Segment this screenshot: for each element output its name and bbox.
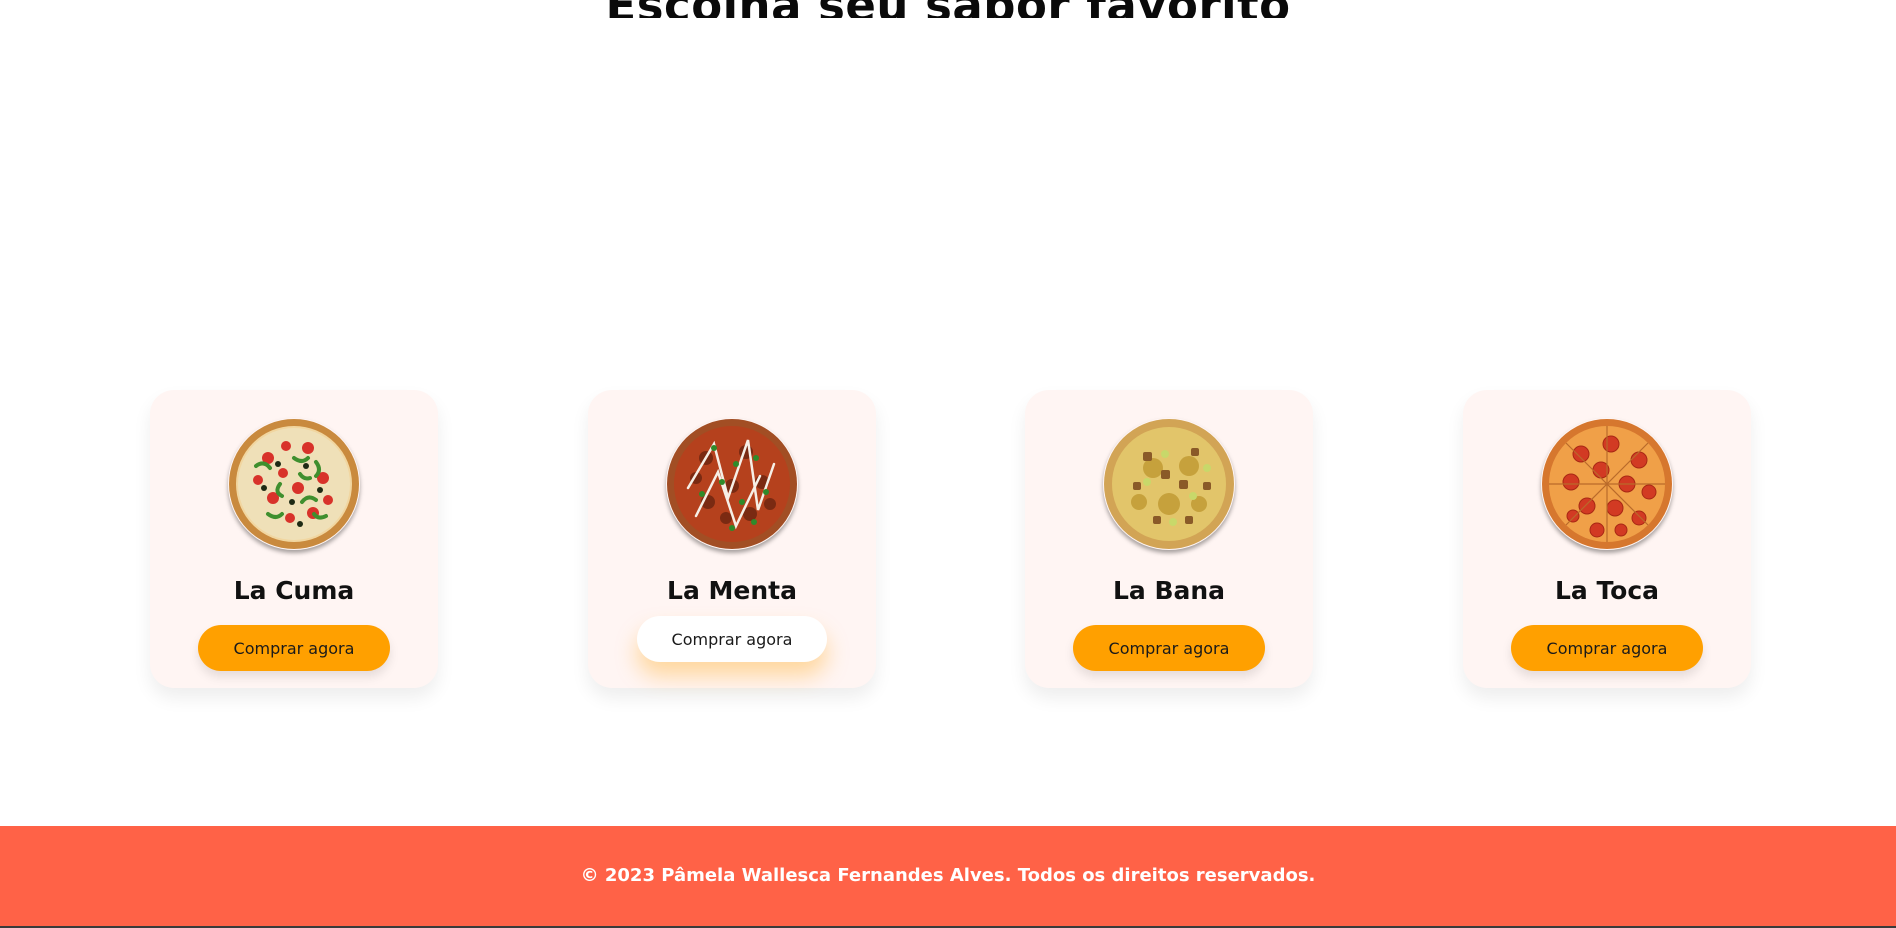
buy-now-button[interactable]: Comprar agora [1073, 625, 1265, 671]
product-name: La Cuma [233, 576, 355, 605]
footer: © 2023 Pâmela Wallesca Fernandes Alves. … [0, 826, 1896, 928]
pizza-image [666, 418, 798, 550]
footer-copyright: © 2023 Pâmela Wallesca Fernandes Alves. … [580, 865, 1316, 886]
product-name: La Bana [1112, 576, 1226, 605]
buy-now-button[interactable]: Comprar agora [637, 616, 827, 662]
product-card: La Cuma Comprar agora [150, 390, 438, 688]
pizza-image [1103, 418, 1235, 550]
product-card: La Menta Comprar agora [588, 390, 876, 688]
pizza-image [1541, 418, 1673, 550]
buy-now-button[interactable]: Comprar agora [198, 625, 390, 671]
product-card: La Bana Comprar agora [1025, 390, 1313, 688]
buy-now-button[interactable]: Comprar agora [1511, 625, 1703, 671]
product-cards: La Cuma Comprar agora La Menta Comprar a… [0, 390, 1896, 690]
product-name: La Toca [1554, 576, 1660, 605]
product-card: La Toca Comprar agora [1463, 390, 1751, 688]
product-name: La Menta [667, 576, 797, 605]
section-title: Escolha seu sabor favorito [0, 0, 1896, 18]
page: Escolha seu sabor favorito [0, 0, 1896, 928]
pizza-image [228, 418, 360, 550]
